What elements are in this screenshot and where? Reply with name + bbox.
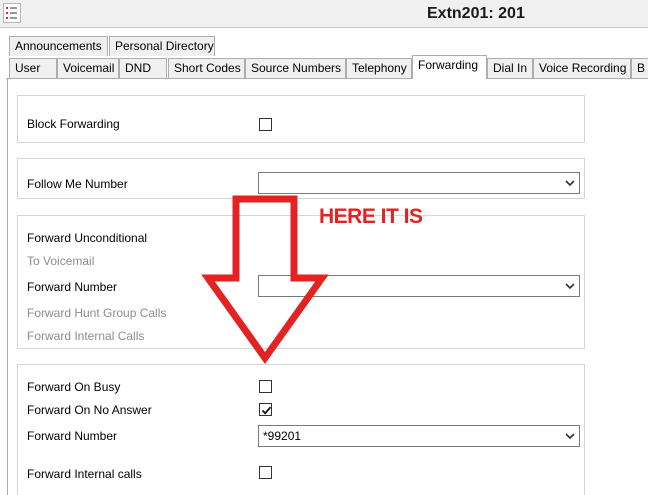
forward-on-no-answer-label: Forward On No Answer	[27, 403, 152, 417]
forward-unconditional-label: Forward Unconditional	[27, 231, 148, 245]
forward-on-busy-label: Forward On Busy	[27, 380, 121, 394]
forward-busy-noanswer-group: Forward On Busy Forward On No Answer For…	[17, 364, 585, 495]
chevron-down-icon	[565, 433, 575, 440]
tab-voice-recording[interactable]: Voice Recording	[533, 58, 631, 78]
title-bar: Extn201: 201	[0, 0, 648, 28]
chevron-down-icon	[565, 180, 575, 187]
tab-forwarding[interactable]: Forwarding	[412, 55, 487, 79]
forward-unconditional-number-combo[interactable]	[258, 275, 580, 297]
tab-short-codes[interactable]: Short Codes	[168, 58, 245, 78]
forward-number-label: Forward Number	[27, 280, 118, 294]
tab-user[interactable]: User	[9, 58, 57, 78]
to-voicemail-label: To Voicemail	[27, 254, 95, 268]
tab-voicemail[interactable]: Voicemail	[57, 58, 119, 78]
tab-dial-in[interactable]: Dial In	[487, 58, 533, 78]
follow-me-group: Follow Me Number	[17, 158, 585, 199]
forward-internal-calls-checkbox[interactable]	[259, 466, 272, 479]
window-title: Extn201: 201	[427, 5, 525, 22]
annotation-text: HERE IT IS	[319, 205, 423, 228]
tab-source-numbers[interactable]: Source Numbers	[245, 58, 346, 78]
follow-me-number-combo[interactable]	[258, 172, 580, 194]
forward-internal-calls-label: Forward Internal Calls	[27, 329, 145, 343]
block-forwarding-checkbox[interactable]	[259, 118, 272, 131]
forward-on-busy-checkbox[interactable]	[259, 380, 272, 393]
forward-busy-number-value: *99201	[263, 429, 302, 443]
chevron-down-icon	[565, 283, 575, 290]
forward-internal-calls-label: Forward Internal calls	[27, 467, 142, 481]
forward-number-label: Forward Number	[27, 429, 118, 443]
tab-personal-directory[interactable]: Personal Directory	[109, 36, 215, 56]
tab-overflow[interactable]: B	[631, 58, 648, 78]
forward-on-no-answer-checkbox[interactable]	[259, 403, 272, 416]
block-forwarding-label: Block Forwarding	[27, 117, 120, 131]
forward-busy-number-combo[interactable]: *99201	[258, 425, 580, 447]
tab-dnd[interactable]: DND	[119, 58, 167, 78]
tab-announcements[interactable]: Announcements	[9, 36, 108, 56]
forward-hunt-group-calls-label: Forward Hunt Group Calls	[27, 306, 167, 320]
app-menu-icon[interactable]	[3, 3, 21, 23]
check-icon	[261, 406, 272, 415]
tab-telephony[interactable]: Telephony	[346, 58, 412, 78]
follow-me-number-label: Follow Me Number	[27, 177, 128, 191]
forward-unconditional-group: Forward Unconditional To Voicemail Forwa…	[17, 215, 585, 349]
block-forwarding-group: Block Forwarding	[17, 95, 585, 143]
